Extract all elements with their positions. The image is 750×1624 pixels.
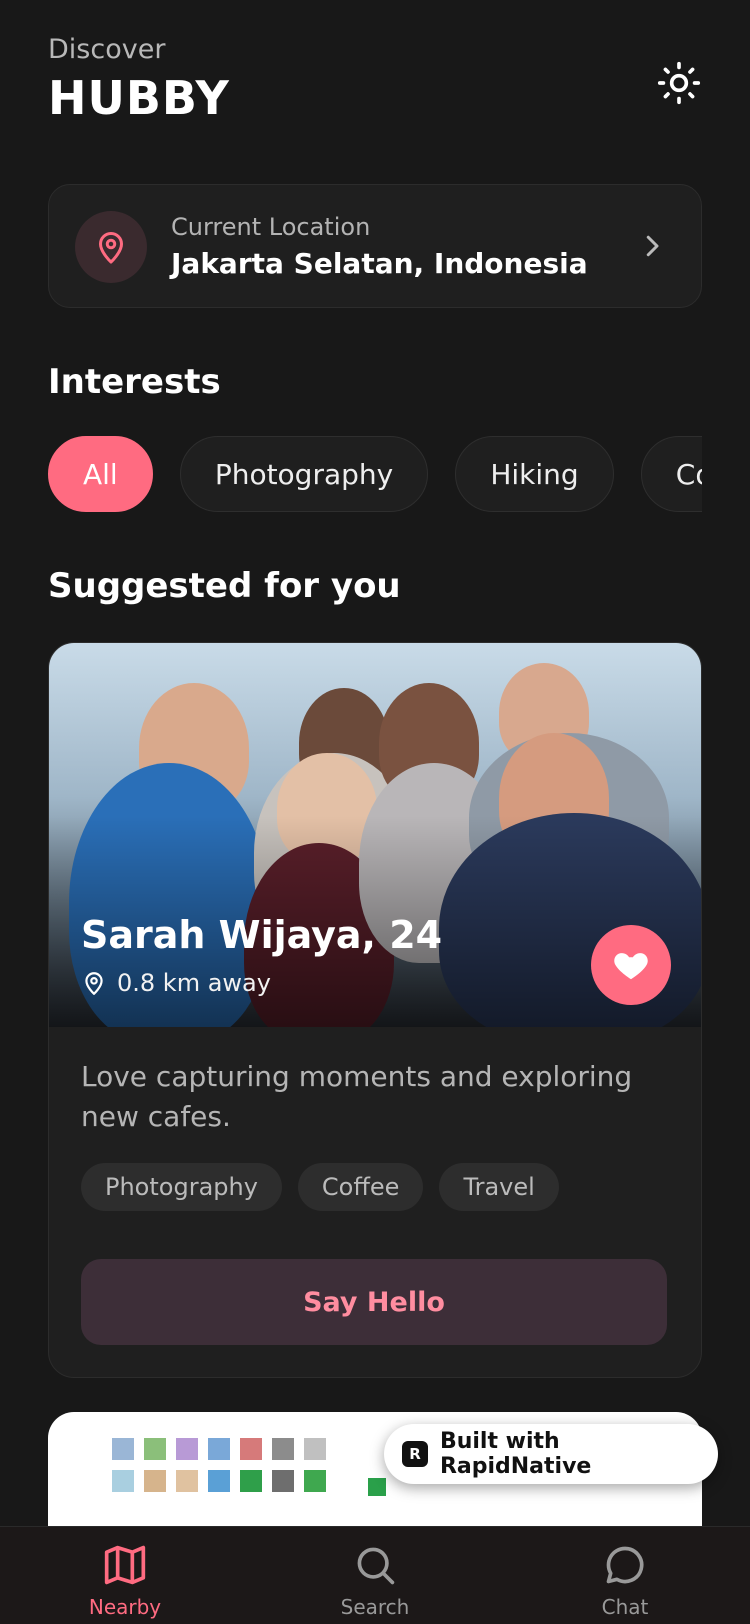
tab-label: Chat: [601, 1595, 649, 1619]
thumbnail: [304, 1438, 326, 1460]
location-card[interactable]: Current Location Jakarta Selatan, Indone…: [48, 184, 702, 308]
app-title: HUBBY: [48, 71, 230, 125]
built-with-badge[interactable]: R Built with RapidNative: [384, 1424, 718, 1484]
profile-photo[interactable]: Sarah Wijaya, 24 0.8 km away: [49, 643, 701, 1027]
thumbnail: [112, 1438, 134, 1460]
thumbnail: [176, 1470, 198, 1492]
thumbnail: [368, 1478, 386, 1496]
tag: Coffee: [297, 1163, 424, 1211]
tab-label: Nearby: [88, 1595, 162, 1619]
thumbnail: [240, 1438, 262, 1460]
location-value: Jakarta Selatan, Indonesia: [171, 247, 588, 280]
thumbnail: [272, 1470, 294, 1492]
chip-hiking[interactable]: Hiking: [455, 436, 614, 512]
tag: Travel: [439, 1163, 559, 1211]
map-pin-icon: [85, 972, 103, 995]
thumbnail: [144, 1438, 166, 1460]
interest-chips: All Photography Hiking Coffee: [48, 436, 702, 512]
thumbnail: [304, 1470, 326, 1492]
tab-chat[interactable]: Chat: [550, 1543, 700, 1619]
thumbnail: [272, 1438, 294, 1460]
tag: Photography: [81, 1163, 282, 1211]
profile-bio: Love capturing moments and exploring new…: [81, 1060, 633, 1133]
theme-toggle-button[interactable]: [656, 60, 702, 106]
say-hello-button[interactable]: Say Hello: [81, 1259, 667, 1345]
tab-search[interactable]: Search: [300, 1543, 450, 1619]
distance-text: 0.8 km away: [117, 969, 271, 997]
header: Discover HUBBY: [48, 34, 702, 134]
like-button[interactable]: [591, 925, 671, 1005]
chip-photography[interactable]: Photography: [179, 436, 429, 512]
profile-distance: 0.8 km away: [81, 969, 271, 997]
thumbnail: [176, 1438, 198, 1460]
chevron-right-icon: [646, 235, 659, 257]
profile-name: Sarah Wijaya, 24: [81, 913, 443, 957]
map-icon: [104, 1545, 146, 1585]
profile-tags: Photography Coffee Travel: [81, 1163, 559, 1211]
thumbnail: [112, 1470, 134, 1492]
thumbnail: [208, 1470, 230, 1492]
thumbnail: [240, 1470, 262, 1492]
bottom-tab-bar: Nearby Search Chat: [0, 1526, 750, 1624]
interests-heading: Interests: [48, 362, 221, 402]
suggested-heading: Suggested for you: [48, 566, 401, 606]
location-label: Current Location: [171, 213, 371, 241]
heart-icon: [614, 953, 648, 980]
search-icon: [357, 1547, 395, 1585]
tab-nearby[interactable]: Nearby: [50, 1543, 200, 1619]
chip-all[interactable]: All: [48, 436, 153, 512]
rapidnative-logo-icon: R: [402, 1441, 428, 1467]
sun-icon: [657, 61, 701, 105]
map-pin-icon: [99, 232, 123, 264]
location-icon-circle: [75, 211, 147, 283]
header-subtitle: Discover: [48, 34, 166, 65]
chip-coffee[interactable]: Coffee: [640, 436, 702, 512]
built-with-text: Built with RapidNative: [439, 1429, 592, 1479]
chat-bubble-icon: [606, 1546, 644, 1584]
profile-card: Sarah Wijaya, 24 0.8 km away Love captur…: [48, 642, 702, 1378]
tab-label: Search: [340, 1595, 410, 1619]
thumbnail: [144, 1470, 166, 1492]
thumbnail: [208, 1438, 230, 1460]
